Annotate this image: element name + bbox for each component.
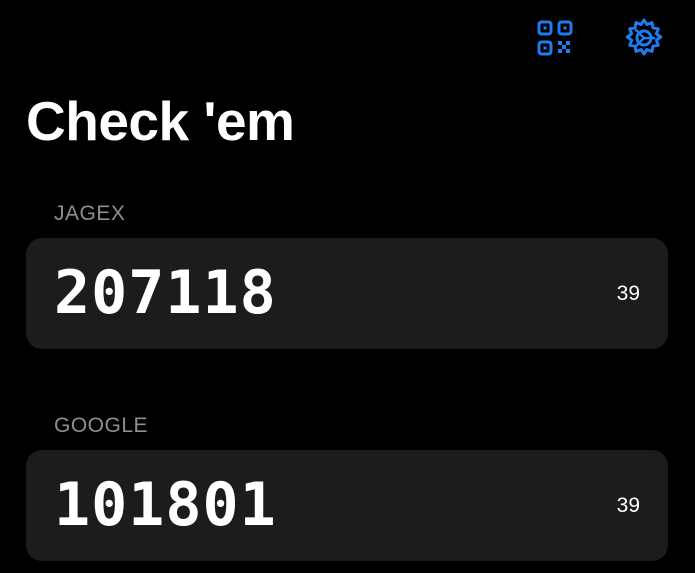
account-issuer-label: JAGEX <box>54 202 126 225</box>
account-code-card[interactable]: 101801 39 <box>26 450 668 561</box>
page-title: Check 'em <box>26 90 295 152</box>
otp-code: 101801 <box>54 470 277 540</box>
qr-code-icon <box>537 20 573 56</box>
countdown-seconds: 39 <box>616 282 640 305</box>
countdown-seconds: 39 <box>616 494 640 517</box>
settings-button[interactable] <box>620 14 668 62</box>
account-section-google: GOOGLE 101801 39 <box>26 412 668 561</box>
account-section-jagex: JAGEX 207118 39 <box>26 200 668 349</box>
otp-code: 207118 <box>54 258 277 328</box>
gear-icon <box>625 18 663 56</box>
account-issuer-label: GOOGLE <box>54 414 149 437</box>
top-toolbar <box>0 14 695 62</box>
scan-qr-button[interactable] <box>531 14 579 62</box>
account-code-card[interactable]: 207118 39 <box>26 238 668 349</box>
